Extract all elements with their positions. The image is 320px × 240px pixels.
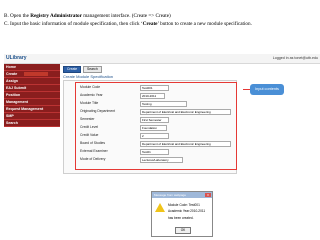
field-label: Board of Studies (80, 141, 106, 145)
sidebar-item-label: Management (6, 100, 28, 104)
instruction-b-prefix: B. Open the (4, 13, 31, 19)
instruction-line-b: B. Open the Registry Administrator manag… (4, 13, 171, 19)
create-tab-button[interactable]: Create (63, 66, 82, 73)
module-title-input[interactable]: Testing (140, 101, 187, 107)
login-status: Logged in as tonet@utb.edu (272, 56, 318, 60)
close-icon[interactable]: X (205, 193, 211, 197)
sidebar-item-home[interactable]: Home (4, 64, 60, 71)
top-bar: ULibrary Logged in as tonet@utb.edu (4, 54, 320, 64)
warning-icon (155, 203, 165, 212)
input-contents-callout: Input contents (250, 84, 284, 95)
field-label: Mode of Delivery (80, 157, 106, 161)
dialog-message-line: Academic Year:2010-2011 (168, 209, 206, 213)
field-label: Semester (80, 117, 95, 121)
sidebar-item-label: Home (6, 65, 16, 69)
board-of-studies-select[interactable]: Department of Electrical and Electronic … (140, 141, 231, 147)
sidebar-item-label: Search (6, 121, 18, 125)
form-highlight-box: Module Code Test001 Academic Year 2010-2… (75, 82, 237, 170)
sidebar: Home Create Assign EAJ Submit Position M… (4, 64, 60, 240)
form-title: Create Module Specification (63, 74, 114, 79)
sidebar-item-create[interactable]: Create (4, 71, 60, 78)
sidebar-item-label: SMP (6, 114, 14, 118)
form-row-board-of-studies: Board of Studies Department of Electrica… (76, 140, 236, 147)
sidebar-item-eaj-submit[interactable]: EAJ Submit (4, 85, 60, 92)
credit-value-input[interactable]: 2 (140, 133, 169, 139)
app-window: ULibrary Logged in as tonet@utb.edu Home… (4, 54, 320, 240)
form-row-module-code: Module Code Test001 (76, 84, 236, 91)
instruction-b-suffix: management interface. (Create => Create) (81, 13, 171, 19)
dialog-title-bar: Message from webpage X (152, 192, 212, 198)
instruction-c-suffix: ’ button to create a new module specific… (157, 21, 252, 27)
message-dialog: Message from webpage X Module Code: Test… (151, 191, 213, 237)
instruction-line-c: C. Input the basic information of module… (4, 21, 252, 27)
main-content: Create Search Create Module Specificatio… (61, 64, 320, 240)
dialog-title: Message from webpage (154, 193, 187, 197)
mode-of-delivery-select[interactable]: Lectures/Laboratory (140, 157, 183, 163)
credit-level-select[interactable]: Foundation (140, 125, 167, 131)
external-examiner-input[interactable]: Test01 (140, 149, 169, 155)
dialog-message-line: Module Code: Test001 (168, 203, 200, 207)
sidebar-item-label: Position (6, 93, 21, 97)
brand-logo: ULibrary (6, 55, 27, 61)
field-label: Originating Department (80, 109, 116, 113)
semester-select[interactable]: First Semester (140, 117, 169, 123)
instruction-c-prefix: C. Input the basic information of module… (4, 21, 143, 27)
instruction-c-bold: Create (142, 21, 158, 27)
originating-department-select[interactable]: Department of Electrical and Electronic … (140, 109, 231, 115)
sidebar-item-label: EAJ Submit (6, 86, 27, 90)
sidebar-submenu-indicator (24, 72, 48, 76)
sidebar-item-search[interactable]: Search (4, 120, 60, 127)
form-row-mode-of-delivery: Mode of Delivery Lectures/Laboratory (76, 156, 236, 163)
sidebar-item-smp[interactable]: SMP (4, 113, 60, 120)
field-label: Academic Year (80, 93, 103, 97)
form-row-module-title: Module Title Testing (76, 100, 236, 107)
form-row-academic-year: Academic Year 2010-2011 (76, 92, 236, 99)
academic-year-select[interactable]: 2010-2011 (140, 93, 165, 99)
field-label: Module Code (80, 85, 101, 89)
field-label: Credit Level (80, 125, 99, 129)
dialog-message-line: has been created. (168, 216, 194, 220)
sidebar-item-request-management[interactable]: Request Management (4, 106, 60, 113)
sidebar-item-label: Request Management (6, 107, 44, 111)
sidebar-item-position[interactable]: Position (4, 92, 60, 99)
field-label: Module Title (80, 101, 99, 105)
form-row-external-examiner: External Examiner Test01 (76, 148, 236, 155)
search-tab-button[interactable]: Search (83, 66, 102, 73)
sidebar-item-label: Create (6, 72, 18, 76)
form-row-credit-value: Credit Value 2 (76, 132, 236, 139)
field-label: Credit Value (80, 133, 99, 137)
module-code-input[interactable]: Test001 (140, 85, 169, 91)
form-row-originating-department: Originating Department Department of Ele… (76, 108, 236, 115)
sidebar-item-assign[interactable]: Assign (4, 78, 60, 85)
form-row-semester: Semester First Semester (76, 116, 236, 123)
ok-button[interactable]: OK (175, 227, 191, 234)
field-label: External Examiner (80, 149, 108, 153)
sidebar-item-management[interactable]: Management (4, 99, 60, 106)
sidebar-item-label: Assign (6, 79, 18, 83)
instruction-b-bold: Registry Administrator (30, 13, 82, 19)
form-row-credit-level: Credit Level Foundation (76, 124, 236, 131)
